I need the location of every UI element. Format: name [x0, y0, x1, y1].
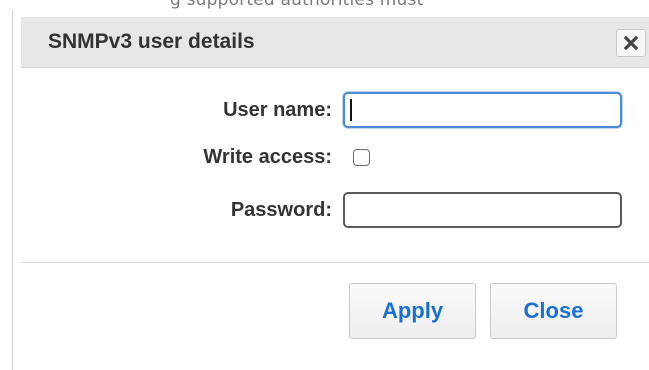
password-input[interactable]: [343, 192, 622, 228]
write-access-row: Write access:: [13, 139, 649, 175]
snmpv3-user-dialog: SNMPv3 user details User name: Write acc…: [12, 10, 649, 370]
dialog-titlebar: SNMPv3 user details: [21, 17, 649, 68]
close-x-glyph: [624, 36, 638, 50]
close-button[interactable]: Close: [490, 283, 617, 339]
password-row: Password:: [13, 192, 649, 228]
dialog-divider: [21, 262, 649, 263]
text-caret: [350, 99, 352, 121]
write-access-label: Write access:: [203, 146, 332, 168]
close-icon[interactable]: [616, 29, 646, 57]
user-name-input[interactable]: [343, 92, 622, 128]
dialog-title: SNMPv3 user details: [48, 30, 255, 53]
user-name-label: User name:: [223, 99, 332, 121]
password-label: Password:: [230, 199, 332, 221]
background-text: g supported authorities must: [170, 0, 424, 10]
write-access-checkbox[interactable]: [353, 149, 370, 166]
user-name-row: User name:: [13, 92, 649, 128]
apply-button[interactable]: Apply: [349, 283, 476, 339]
